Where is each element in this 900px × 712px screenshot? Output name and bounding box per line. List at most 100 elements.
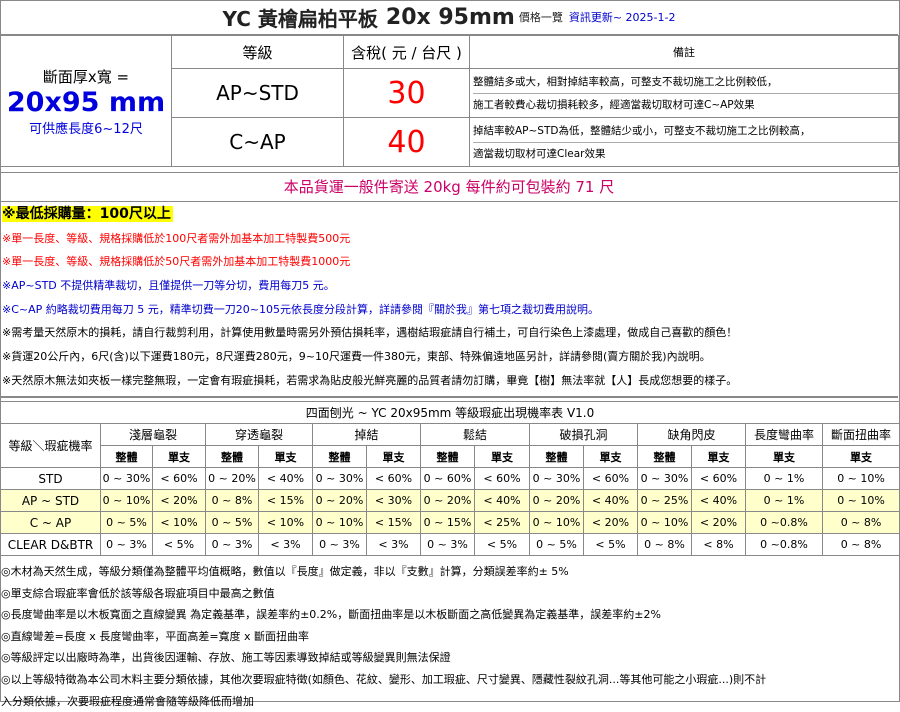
sub-whole: 整體	[312, 445, 367, 468]
defect-cell: 0 ~ 10%	[529, 511, 584, 534]
defect-cell: < 5%	[474, 533, 530, 556]
note-line: 適當裁切取材可達Clear效果	[473, 147, 606, 160]
defect-row: CLEAR D&BTR 0 ~ 3% < 5% 0 ~ 3% < 3% 0 ~ 3% < 3…	[0, 533, 900, 556]
price-ap-std: 30	[343, 68, 470, 118]
price-c-ap: 40	[343, 117, 470, 167]
defect-row: C ~ AP 0 ~ 5% < 10% 0 ~ 5% < 10% 0 ~ 10% < 15%…	[0, 511, 900, 534]
footnote: ◎長度彎曲率是以木板寬面之直線變異 為定義基準，誤差率約±0.2%，斷面扭曲率是…	[1, 608, 661, 622]
group-shallow-crack: 淺層龜裂	[100, 423, 206, 446]
min-purchase: ※最低採購量：100尺以上	[2, 206, 173, 222]
dimension-label: 斷面厚x寬 =	[42, 67, 130, 86]
defect-cell: < 40%	[583, 489, 638, 512]
defect-cell: 0 ~ 30%	[529, 467, 584, 490]
defect-cell: < 25%	[474, 511, 530, 534]
defect-cell: 0 ~ 10%	[312, 511, 367, 534]
defect-cell: 0 ~ 20%	[529, 489, 584, 512]
shipping-info: 本品貨運一般件寄送 20kg 每件約可包裝約 71 尺	[0, 172, 898, 202]
defect-cell: 0 ~ 3%	[420, 533, 475, 556]
defect-cell: < 20%	[152, 489, 206, 512]
footnote: ◎直線彎差=長度 x 長度彎曲率，平面高差=寬度 x 斷面扭曲率	[1, 629, 310, 643]
sub-whole: 整體	[205, 445, 259, 468]
defect-row-grade: STD	[0, 467, 101, 490]
dimension-cell: 斷面厚x寬 = 20x95 mm 可供應長度6~12尺	[0, 35, 172, 167]
defect-cell: < 60%	[474, 467, 530, 490]
defect-cell: < 40%	[258, 467, 313, 490]
defect-cell: 0 ~ 5%	[529, 533, 584, 556]
defect-cell: 0 ~ 8%	[205, 489, 259, 512]
group-twist: 斷面扭曲率	[821, 423, 900, 446]
group-damage-hole: 破損孔洞	[529, 423, 638, 446]
note-natural-wood: ※天然原木無法如夾板一樣完整無瑕，一定會有瑕疵損耗，若需求為貼皮般光鮮亮麗的品質…	[2, 373, 738, 387]
sub-single: 單支	[366, 445, 421, 468]
defect-cell: < 3%	[366, 533, 421, 556]
sub-single: 單支	[258, 445, 313, 468]
footnote: ◎以上等級特徵為本公司木料主要分類依據，其他次要瑕疵特徵(如顏色、花紋、變形、加…	[1, 672, 767, 686]
defect-cell: 0 ~ 20%	[420, 489, 475, 512]
note-ap-std: 整體結多或大，相對掉結率較高，可整支不裁切施工之比例較低， 施工者較費心裁切損耗…	[469, 68, 899, 118]
group-dropped-knot: 掉結	[312, 423, 421, 446]
sub-whole: 整體	[420, 445, 475, 468]
note-line: 施工者較費心裁切損耗較多，經適當裁切取材可達C~AP效果	[473, 98, 755, 111]
note-line: 整體結多或大，相對掉結率較高，可整支不裁切施工之比例較低，	[473, 71, 898, 94]
defect-cell: 0 ~ 30%	[312, 467, 367, 490]
defect-cell: < 5%	[152, 533, 206, 556]
defect-cell: < 20%	[691, 511, 746, 534]
dimension-value: 20x95 mm	[6, 86, 166, 118]
defect-cell: 0 ~ 3%	[205, 533, 259, 556]
defect-cell: 0 ~ 30%	[637, 467, 692, 490]
sub-single: 單支	[152, 445, 206, 468]
defect-cell: 0 ~ 8%	[821, 511, 900, 534]
update-date: 資訊更新~ 2025-1-2	[568, 11, 676, 24]
available-length: 可供應長度6~12尺	[29, 121, 143, 137]
note-c-ap: 掉結率較AP~STD為低，整體結少或小，可整支不裁切施工之比例較高， 適當裁切取…	[469, 117, 899, 167]
defect-cell: 0 ~0.8%	[745, 533, 823, 556]
section-divider	[0, 396, 898, 398]
defect-table: 四面刨光 ~ YC 20x95mm 等級瑕疵出現機率表 V1.0 等級＼瑕疵機率…	[0, 401, 900, 556]
title-bar: YC 黃檜扁柏平板 20x 95mm 價格一覽 資訊更新~ 2025-1-2	[0, 0, 898, 35]
product-size: 20x 95mm	[385, 4, 515, 30]
price-list-label: 價格一覽	[518, 11, 563, 24]
defect-cell: < 40%	[691, 489, 746, 512]
footnote: ◎等級評定以出廠時為準，出貨後因運輸、存放、施工等因素導致掉結或等級變異則無法保…	[1, 651, 451, 665]
footnote: ◎單支綜合瑕疵率會低於該等級各瑕疵項目中最高之數值	[1, 586, 275, 600]
defect-row-grade: CLEAR D&BTR	[0, 533, 101, 556]
defect-row-grade: AP ~ STD	[0, 489, 101, 512]
defect-cell: < 10%	[152, 511, 206, 534]
defect-row: AP ~ STD 0 ~ 10% < 20% 0 ~ 8% < 15% 0 ~ 20% < …	[0, 489, 900, 512]
defect-cell: < 40%	[474, 489, 530, 512]
grade-ap-std: AP~STD	[171, 68, 344, 118]
defect-row: STD 0 ~ 30% < 60% 0 ~ 20% < 40% 0 ~ 30% < 60% 0…	[0, 467, 900, 490]
group-loose-knot: 鬆結	[420, 423, 530, 446]
defect-cell: 0 ~ 20%	[312, 489, 367, 512]
defect-row-grade: C ~ AP	[0, 511, 101, 534]
defect-cell: 0 ~ 30%	[100, 467, 153, 490]
defect-cell: < 60%	[152, 467, 206, 490]
purchase-notes: ※最低採購量：100尺以上 ※單一長度、等級、規格採購低於100尺者需外加基本加…	[0, 203, 898, 393]
sub-single: 單支	[691, 445, 746, 468]
footnote: 入分類依據，次要瑕疵程度通常會隨等級降低而增加	[1, 694, 254, 708]
defect-cell: < 15%	[258, 489, 313, 512]
header-note: 備註	[469, 35, 899, 69]
defect-cell: 0 ~ 5%	[205, 511, 259, 534]
grade-c-ap: C~AP	[171, 117, 344, 167]
defect-cell: < 30%	[366, 489, 421, 512]
group-through-crack: 穿透龜裂	[205, 423, 313, 446]
note-c-ap-cut: ※C~AP 約略裁切費用每刀 5 元，精準切費一刀20~105元依長度分段計算，…	[2, 302, 599, 316]
defect-cell: < 10%	[258, 511, 313, 534]
defect-cell: < 20%	[583, 511, 638, 534]
defect-cell: 0 ~ 1%	[745, 467, 823, 490]
note-wastage: ※需考量天然原木的損耗，請自行裁剪利用，計算使用數量時需另外預估損耗率，遇樹結瑕…	[2, 326, 738, 340]
sub-single: 單支	[583, 445, 638, 468]
defect-cell: 0 ~ 8%	[637, 533, 692, 556]
note-ap-std-cut: ※AP~STD 不提供精準裁切，且僅提供一刀等分切，費用每刀5 元。	[2, 279, 335, 293]
footnotes: ◎木材為天然生成，等級分類僅為整體平均值概略，數值以『長度』做定義，非以『支數』…	[0, 561, 898, 712]
defect-cell: < 5%	[583, 533, 638, 556]
price-table: 斷面厚x寬 = 20x95 mm 可供應長度6~12尺 等級 含稅( 元 / 台…	[0, 35, 899, 167]
defect-cell: 0 ~0.8%	[745, 511, 823, 534]
defect-cell: 0 ~ 1%	[745, 489, 823, 512]
note-surcharge-50: ※單一長度、等級、規格採購低於50尺者需外加基本加工特製費1000元	[2, 255, 351, 269]
defect-cell: 0 ~ 5%	[100, 511, 153, 534]
sub-single: 單支	[745, 445, 823, 468]
note-surcharge-100: ※單一長度、等級、規格採購低於100尺者需外加基本加工特製費500元	[2, 231, 351, 245]
defect-cell: < 60%	[691, 467, 746, 490]
